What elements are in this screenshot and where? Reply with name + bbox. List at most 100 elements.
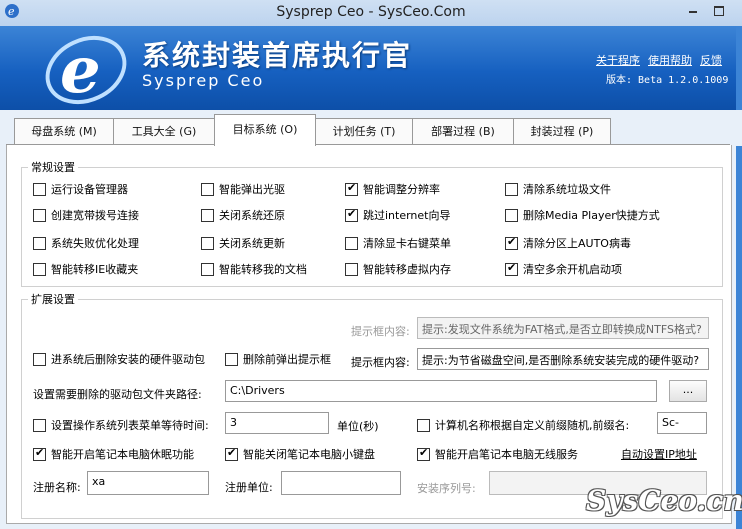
window-title: Sysprep Ceo - SysCeo.Com [276, 4, 466, 20]
general-option-box[interactable] [33, 236, 46, 250]
general-option-box[interactable] [345, 207, 358, 222]
general-option-box[interactable] [345, 236, 358, 250]
about-link[interactable]: 关于程序 [596, 54, 640, 67]
app-title-en: Sysprep Ceo [142, 71, 265, 90]
hibernate-label: 智能开启笔记本电脑休眠功能 [51, 448, 194, 461]
general-option-box[interactable] [201, 208, 214, 222]
hibernate-box[interactable] [33, 446, 46, 461]
general-option-box[interactable] [33, 262, 46, 276]
general-option-checkbox[interactable]: 清除显卡右键菜单 [345, 235, 451, 251]
reg-name-field[interactable]: xa [87, 471, 209, 495]
general-option-box[interactable] [345, 181, 358, 196]
reg-unit-field[interactable] [281, 471, 401, 495]
general-option-label: 关闭系统更新 [219, 237, 285, 250]
feedback-link[interactable]: 反馈 [700, 54, 722, 67]
general-option-checkbox[interactable]: 清除系统垃圾文件 [505, 181, 611, 197]
general-option-box[interactable] [505, 182, 518, 196]
auto-ip-link[interactable]: 自动设置IP地址 [621, 446, 697, 462]
wait-time-box[interactable] [33, 418, 46, 432]
general-option-checkbox[interactable]: 智能转移我的文档 [201, 261, 307, 277]
minimize-button[interactable] [682, 2, 704, 20]
numpad-box[interactable] [225, 446, 238, 461]
computer-name-label: 计算机名称根据自定义前缀随机,前缀名: [435, 419, 630, 432]
driver-path-field[interactable]: C:\Drivers [225, 380, 657, 402]
general-option-checkbox[interactable]: 清空多余开机启动项 [505, 261, 622, 277]
wait-time-checkbox[interactable]: 设置操作系统列表菜单等待时间: [33, 417, 209, 433]
general-option-checkbox[interactable]: 删除Media Player快捷方式 [505, 207, 660, 223]
delete-drivers-checkbox[interactable]: 进系统后删除安装的硬件驱动包 [33, 351, 205, 367]
prompt1-label: 提示框内容: [351, 325, 410, 338]
tab-target-system[interactable]: 目标系统 (O) [214, 114, 316, 146]
general-option-label: 系统失败优化处理 [51, 237, 139, 250]
version-text: 版本: Beta 1.2.0.1009 [606, 75, 729, 86]
tab-master-system[interactable]: 母盘系统 (M) [14, 118, 114, 145]
numpad-checkbox[interactable]: 智能关闭笔记本电脑小键盘 [225, 446, 375, 462]
general-option-box[interactable] [345, 262, 358, 276]
hibernate-checkbox[interactable]: 智能开启笔记本电脑休眠功能 [33, 446, 194, 462]
general-option-box[interactable] [201, 182, 214, 196]
computer-name-box[interactable] [417, 418, 430, 432]
computer-name-checkbox[interactable]: 计算机名称根据自定义前缀随机,前缀名: [417, 417, 629, 433]
general-option-label: 删除Media Player快捷方式 [523, 209, 660, 222]
general-option-label: 智能弹出光驱 [219, 183, 285, 196]
header-banner: e 系统封装首席执行官 Sysprep Ceo 关于程序 使用帮助 反馈 版本: B… [0, 26, 742, 110]
tab-scheduled-tasks[interactable]: 计划任务 (T) [315, 118, 413, 145]
tab-package-process[interactable]: 封装过程 (P) [513, 118, 611, 145]
general-option-checkbox[interactable]: 运行设备管理器 [33, 181, 128, 197]
general-option-label: 清空多余开机启动项 [523, 263, 622, 276]
general-option-checkbox[interactable]: 创建宽带拨号连接 [33, 207, 139, 223]
general-option-checkbox[interactable]: 关闭系统更新 [201, 235, 285, 251]
general-option-label: 跳过internet向导 [363, 209, 451, 222]
general-option-box[interactable] [201, 236, 214, 250]
wireless-box[interactable] [417, 446, 430, 461]
general-option-checkbox[interactable]: 跳过internet向导 [345, 207, 451, 223]
general-option-checkbox[interactable]: 系统失败优化处理 [33, 235, 139, 251]
svg-text:e: e [60, 33, 101, 108]
general-option-box[interactable] [33, 182, 46, 196]
browse-button[interactable]: ... [669, 380, 707, 402]
general-option-checkbox[interactable]: 智能调整分辨率 [345, 181, 440, 197]
reg-unit-label: 注册单位: [225, 481, 273, 494]
maximize-button[interactable] [708, 2, 730, 20]
app-logo-icon: e [45, 33, 127, 108]
header-links: 关于程序 使用帮助 反馈 [596, 52, 730, 68]
target-system-panel: 常规设置 运行设备管理器 智能弹出光驱 智能调整分辨率 清除系统垃圾文件创建宽带拨号连… [6, 145, 732, 524]
serial-label: 安装序列号: [417, 482, 476, 495]
prefix-field[interactable]: Sc- [657, 412, 707, 434]
general-option-label: 清除系统垃圾文件 [523, 183, 611, 196]
wireless-label: 智能开启笔记本电脑无线服务 [435, 448, 578, 461]
prompt2-field[interactable]: 提示:为节省磁盘空间,是否删除系统安装完成的硬件驱动? [417, 348, 709, 370]
app-title-cn: 系统封装首席执行官 [142, 39, 413, 72]
general-option-checkbox[interactable]: 清除分区上AUTO病毒 [505, 235, 631, 251]
delete-drivers-box[interactable] [33, 352, 46, 366]
general-option-box[interactable] [33, 208, 46, 222]
general-option-checkbox[interactable]: 关闭系统还原 [201, 207, 285, 223]
tab-tools[interactable]: 工具大全 (G) [113, 118, 215, 145]
general-option-label: 智能转移虚拟内存 [363, 263, 451, 276]
site-watermark: SysCeo.cn [586, 484, 742, 517]
help-link[interactable]: 使用帮助 [648, 54, 692, 67]
tab-deploy-process[interactable]: 部署过程 (B) [412, 118, 514, 145]
general-option-box[interactable] [505, 208, 518, 222]
title-bar: e Sysprep Ceo - SysCeo.Com [0, 0, 742, 27]
extended-settings-title: 扩展设置 [31, 293, 75, 306]
general-option-label: 关闭系统还原 [219, 209, 285, 222]
popup-before-delete-box[interactable] [225, 352, 238, 366]
general-option-checkbox[interactable]: 智能转移虚拟内存 [345, 261, 451, 277]
general-option-checkbox[interactable]: 智能转移IE收藏夹 [33, 261, 138, 277]
general-settings-title: 常规设置 [31, 161, 75, 174]
general-option-box[interactable] [201, 262, 214, 276]
prompt1-field[interactable]: 提示:发现文件系统为FAT格式,是否立即转换成NTFS格式? [417, 317, 709, 339]
general-option-label: 运行设备管理器 [51, 183, 128, 196]
wireless-checkbox[interactable]: 智能开启笔记本电脑无线服务 [417, 446, 578, 462]
general-option-label: 智能转移我的文档 [219, 263, 307, 276]
popup-before-delete-label: 删除前弹出提示框 [243, 353, 331, 366]
wait-time-label: 设置操作系统列表菜单等待时间: [51, 419, 209, 432]
popup-before-delete-checkbox[interactable]: 删除前弹出提示框 [225, 351, 331, 367]
driver-path-label: 设置需要删除的驱动包文件夹路径: [33, 388, 202, 401]
general-option-box[interactable] [505, 261, 518, 276]
general-option-box[interactable] [505, 235, 518, 250]
general-option-label: 清除显卡右键菜单 [363, 237, 451, 250]
general-option-checkbox[interactable]: 智能弹出光驱 [201, 181, 285, 197]
wait-time-field[interactable]: 3 [225, 412, 329, 434]
